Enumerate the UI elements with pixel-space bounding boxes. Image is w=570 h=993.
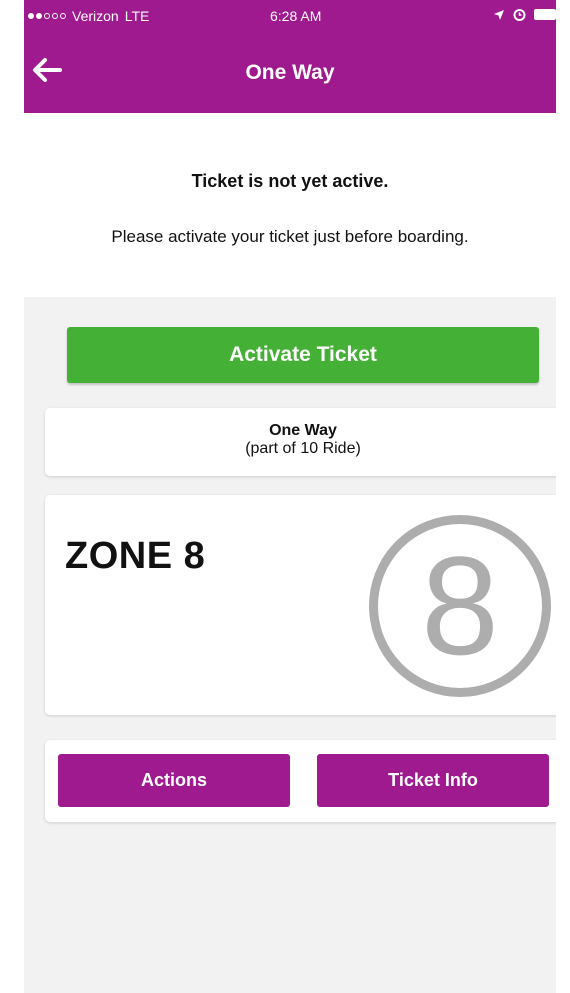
alarm-icon: [513, 9, 526, 21]
page-title: One Way: [245, 61, 335, 84]
ticket-type-card: One Way (part of 10 Ride): [45, 408, 556, 476]
nav-bar: One Way: [24, 33, 556, 113]
network-type: LTE: [124, 8, 150, 24]
activate-ticket-button[interactable]: Activate Ticket: [67, 327, 539, 383]
message-title: Ticket is not yet active.: [191, 171, 389, 191]
actions-button[interactable]: Actions: [58, 754, 290, 807]
ticket-type-name: One Way: [269, 422, 337, 439]
message-subtitle: Please activate your ticket just before …: [111, 227, 469, 246]
status-bar: Verizon LTE 6:28 AM: [24, 0, 556, 33]
status-time: 6:28 AM: [270, 8, 322, 24]
app-screen: Verizon LTE 6:28 AM One Way Ticket is no…: [24, 0, 556, 993]
zone-card: ZONE 8 8: [45, 495, 556, 715]
zone-label: ZONE 8: [65, 535, 206, 577]
action-row: Actions Ticket Info: [45, 740, 556, 822]
activation-message: Ticket is not yet active. Please activat…: [24, 113, 556, 297]
ticket-type-sub: (part of 10 Ride): [245, 440, 361, 457]
ticket-info-button[interactable]: Ticket Info: [317, 754, 549, 807]
status-right: [493, 8, 556, 21]
carrier-name: Verizon: [72, 8, 119, 24]
battery-icon: [534, 9, 556, 20]
location-arrow-icon: [494, 9, 504, 20]
signal-dots-icon: [28, 13, 66, 19]
status-left: Verizon LTE: [28, 8, 149, 24]
zone-badge: 8: [369, 515, 551, 697]
